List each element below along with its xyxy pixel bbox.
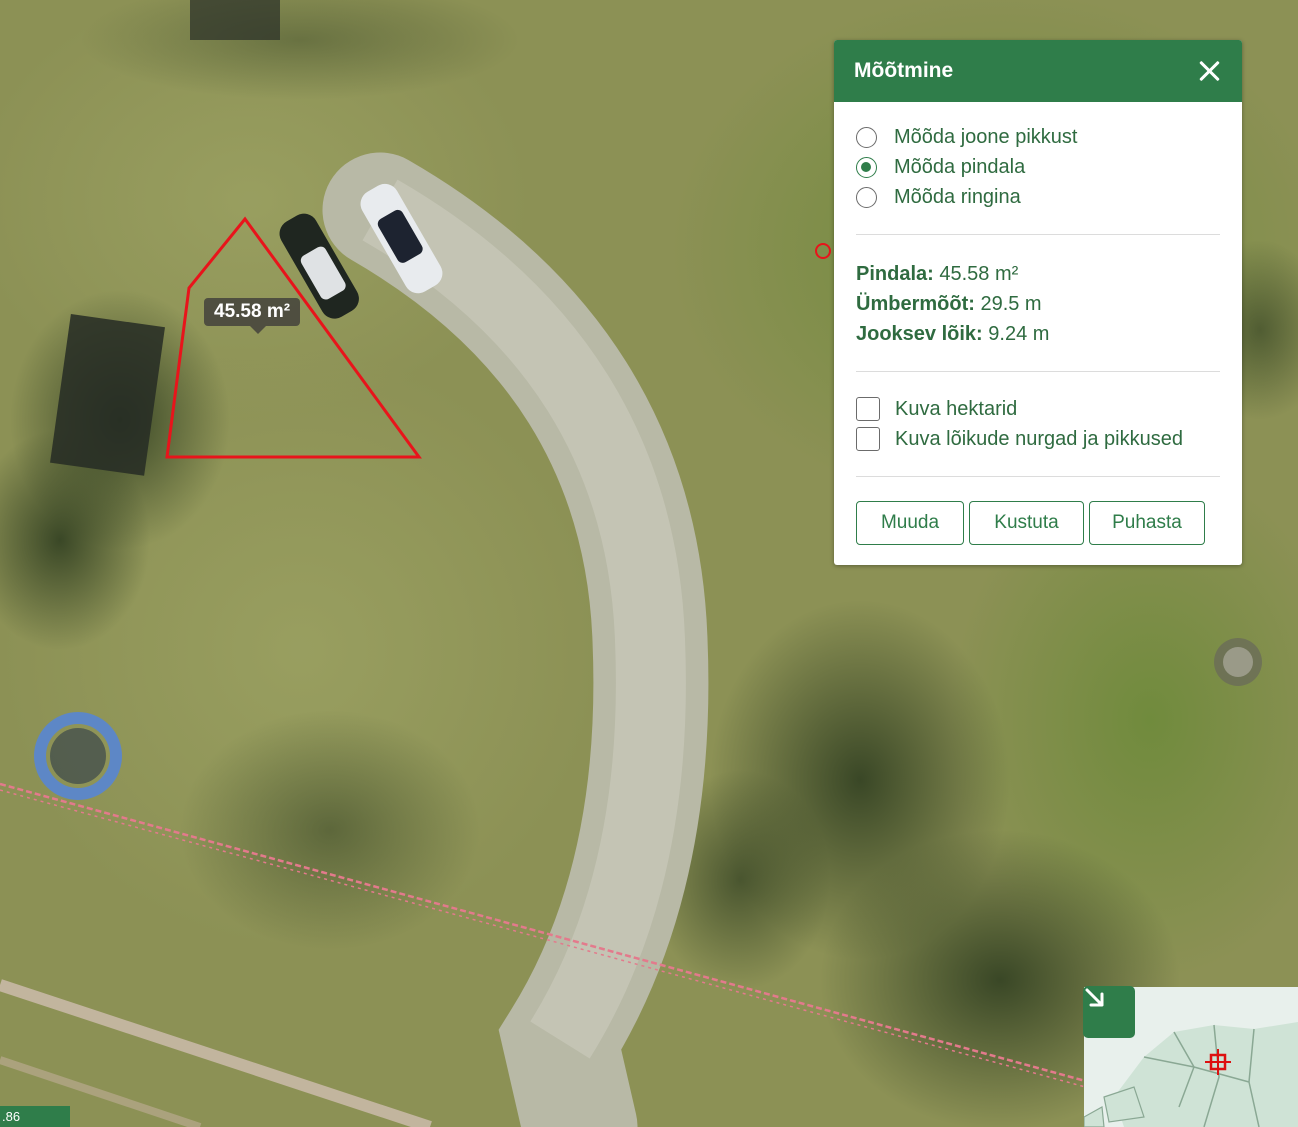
mode-circle-radio[interactable] (856, 186, 877, 208)
mode-circle-label: Mõõda ringina (894, 185, 1021, 208)
action-buttons: Muuda Kustuta Puhasta (856, 477, 1220, 545)
mode-line-length[interactable]: Mõõda joone pikkust (856, 122, 1220, 152)
mode-line-length-label: Mõõda joone pikkust (894, 125, 1078, 148)
area-result-value: 45.58 m² (933, 263, 1019, 285)
perimeter-result: Ümbermõõt: 29.5 m (856, 289, 1220, 319)
edit-button[interactable]: Muuda (856, 501, 964, 545)
option-hectares-label: Kuva hektarid (895, 397, 1018, 420)
panel-header: Mõõtmine (834, 40, 1242, 102)
overview-collapse-button[interactable] (1083, 986, 1135, 1038)
area-result-label: Pindala: (856, 263, 934, 285)
mode-line-length-radio[interactable] (856, 126, 877, 148)
option-hectares-checkbox[interactable] (856, 397, 880, 421)
measurement-results: Pindala: 45.58 m² Ümbermõõt: 29.5 m Jook… (856, 235, 1220, 372)
option-segment-angles-checkbox[interactable] (856, 427, 880, 451)
segment-result-label: Jooksev lõik: (856, 323, 983, 345)
option-segment-angles[interactable]: Kuva lõikude nurgad ja pikkused (856, 424, 1220, 454)
perimeter-result-label: Ümbermõõt: (856, 293, 975, 315)
mode-area-label: Mõõda pindala (894, 155, 1026, 178)
measurement-panel: Mõõtmine Mõõda joone pikkust Mõõda pinda… (834, 40, 1242, 565)
mode-area[interactable]: Mõõda pindala (856, 152, 1220, 182)
collapse-arrow-icon (1085, 988, 1104, 1007)
close-icon[interactable] (1196, 58, 1222, 84)
option-hectares[interactable]: Kuva hektarid (856, 394, 1220, 424)
area-result: Pindala: 45.58 m² (856, 259, 1220, 289)
mode-circle[interactable]: Mõõda ringina (856, 182, 1220, 212)
panel-title: Mõõtmine (854, 59, 954, 82)
delete-button[interactable]: Kustuta (969, 501, 1084, 545)
segment-result-value: 9.24 m (982, 323, 1050, 345)
perimeter-result-value: 29.5 m (974, 293, 1042, 315)
coordinate-readout: .86 (0, 1106, 70, 1127)
area-measurement-label: 45.58 m² (204, 298, 301, 334)
mode-area-radio[interactable] (856, 156, 877, 178)
display-options: Kuva hektarid Kuva lõikude nurgad ja pik… (856, 372, 1220, 477)
clear-button[interactable]: Puhasta (1089, 501, 1205, 545)
measure-mode-group: Mõõda joone pikkust Mõõda pindala Mõõda … (856, 102, 1220, 235)
segment-result: Jooksev lõik: 9.24 m (856, 319, 1220, 349)
option-segment-angles-label: Kuva lõikude nurgad ja pikkused (895, 427, 1183, 450)
